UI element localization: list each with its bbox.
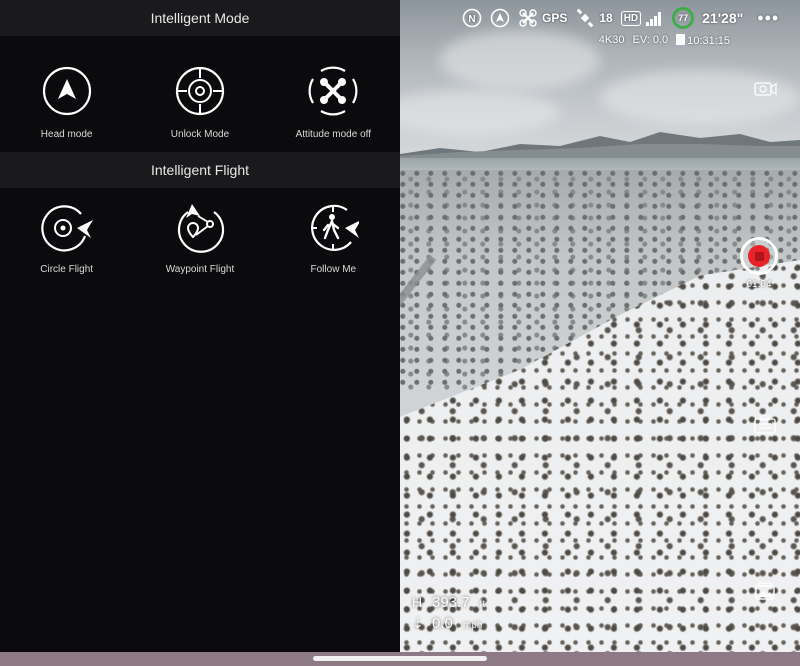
- follow-me-label: Follow Me: [310, 264, 357, 275]
- unlock-mode-icon: [174, 65, 226, 117]
- vertical-speed-icon: ⇣: [412, 615, 424, 631]
- storage-time: 10:31:15: [687, 35, 730, 47]
- attitude-mode-label: Attitude mode off: [295, 129, 372, 140]
- height-unit: ft: [479, 599, 486, 610]
- battery-level: 77: [678, 13, 689, 23]
- svg-text:N: N: [468, 14, 475, 25]
- speed-readout: ⇣ 0.0 mph: [412, 615, 485, 632]
- attitude-mode-button[interactable]: Attitude mode off: [267, 36, 400, 152]
- head-mode-button[interactable]: Head mode: [0, 36, 133, 152]
- follow-me-icon: [307, 202, 360, 254]
- battery-indicator[interactable]: 77: [672, 7, 695, 29]
- flight-time: 21'28": [702, 10, 744, 26]
- app-root: Intelligent Mode Head mode Unlock Mode A…: [0, 0, 800, 666]
- intelligent-flight-title: Intelligent Flight: [150, 162, 250, 178]
- intelligent-panel: Intelligent Mode Head mode Unlock Mode A…: [0, 0, 400, 652]
- gallery-button[interactable]: [752, 580, 778, 602]
- unlock-mode-button[interactable]: Unlock Mode: [133, 36, 266, 152]
- sd-card-icon: [676, 34, 686, 45]
- record-button[interactable]: [740, 237, 778, 275]
- circle-flight-icon: [40, 202, 93, 254]
- head-mode-label: Head mode: [40, 129, 93, 140]
- camera-info-bar: 4K30 EV: 0.0 10:31:15: [599, 34, 730, 47]
- gps-label: GPS: [542, 11, 568, 25]
- height-readout: H 393.7 ft: [412, 594, 485, 611]
- camera-settings-button[interactable]: [752, 414, 778, 436]
- waypoint-flight-button[interactable]: Waypoint Flight: [133, 188, 266, 288]
- compass-icon[interactable]: N: [462, 8, 482, 28]
- status-bar: N GPS 18 HD 77 21'28" •••: [462, 7, 779, 29]
- home-indicator[interactable]: [313, 656, 487, 661]
- intelligent-mode-grid: Head mode Unlock Mode Attitude mode off: [0, 36, 400, 152]
- intelligent-mode-title: Intelligent Mode: [150, 10, 250, 26]
- height-value: 393.7: [432, 594, 470, 611]
- circle-flight-label: Circle Flight: [40, 264, 94, 275]
- hd-badge[interactable]: HD: [620, 10, 642, 26]
- height-key: H: [412, 594, 423, 610]
- speed-value: 0.0: [432, 615, 453, 632]
- storage-info: 10:31:15: [676, 34, 730, 47]
- head-mode-icon: [41, 65, 93, 117]
- satellite-count: 18: [599, 11, 613, 25]
- unlock-mode-label: Unlock Mode: [170, 129, 230, 140]
- gallery-icon: [755, 582, 775, 600]
- flight-mode-icon[interactable]: [490, 8, 510, 28]
- speed-unit: mph: [462, 620, 483, 631]
- waypoint-flight-label: Waypoint Flight: [165, 264, 235, 275]
- attitude-mode-icon: [307, 65, 359, 117]
- drone-icon[interactable]: [518, 8, 538, 28]
- mountain-range: [400, 132, 800, 162]
- ev-label: EV: 0.0: [632, 34, 669, 46]
- intelligent-flight-header: Intelligent Flight: [0, 152, 400, 188]
- recording-time: 01:04: [746, 279, 772, 290]
- record-stop-icon: [748, 245, 770, 267]
- bottom-bar: [0, 652, 800, 666]
- intelligent-flight-grid: Circle Flight Waypoint Flight Follow Me: [0, 188, 400, 288]
- photo-video-switch-button[interactable]: [752, 77, 778, 99]
- intelligent-mode-header: Intelligent Mode: [0, 0, 400, 36]
- camera-switch-icon: [754, 82, 777, 96]
- signal-strength-icon: [644, 8, 664, 28]
- more-menu-button[interactable]: •••: [757, 8, 779, 29]
- follow-me-button[interactable]: Follow Me: [267, 188, 400, 288]
- waypoint-flight-icon: [174, 202, 226, 254]
- camera-live-view[interactable]: N GPS 18 HD 77 21'28" ••• 4K30 EV: 0.0 1…: [400, 0, 800, 652]
- circle-flight-button[interactable]: Circle Flight: [0, 188, 133, 288]
- resolution-label: 4K30: [598, 34, 625, 46]
- camera-settings-icon: [754, 415, 776, 434]
- telemetry-panel: H 393.7 ft ⇣ 0.0 mph: [412, 590, 485, 632]
- satellite-icon[interactable]: [575, 8, 595, 28]
